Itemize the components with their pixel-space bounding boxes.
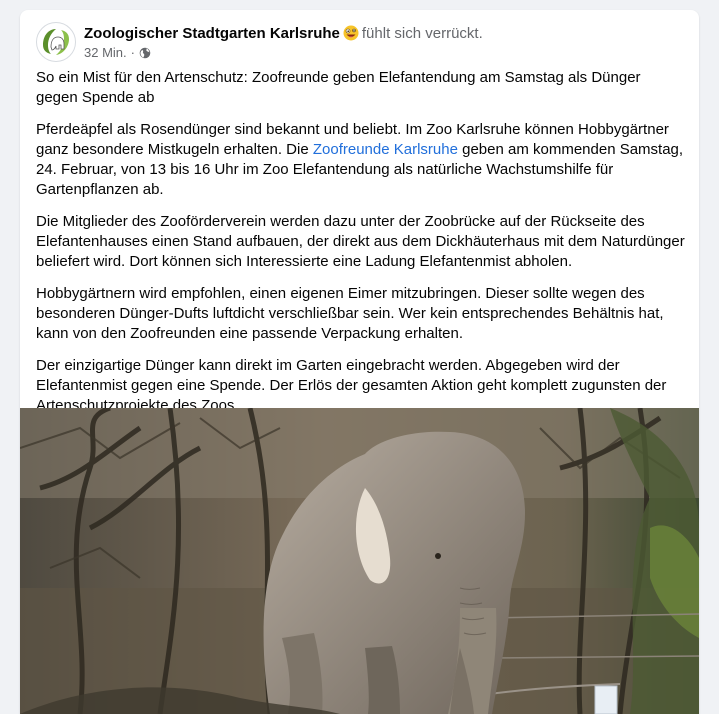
meta-separator: · (130, 44, 135, 60)
post-paragraph: Hobbygärtnern wird empfohlen, einen eige… (36, 285, 664, 342)
post-paragraph: Der einzigartige Dünger kann direkt im G… (36, 357, 667, 414)
zoo-logo-icon (40, 26, 72, 58)
crazy-face-emoji-icon (343, 25, 359, 40)
post-headline: So ein Mist für den Artenschutz: Zoofreu… (36, 69, 641, 106)
post-paragraph: Pferdeäpfel als Rosendünger sind bekannt… (36, 120, 686, 200)
post-header: Zoologischer Stadtgarten Karlsruhe fühlt… (36, 22, 483, 62)
globe-icon[interactable] (139, 47, 151, 59)
post-body: So ein Mist für den Artenschutz: Zoofreu… (36, 68, 686, 428)
elephant-photo[interactable] (20, 408, 699, 714)
post-timestamp[interactable]: 32 Min. (84, 45, 127, 61)
post-card: Zoologischer Stadtgarten Karlsruhe fühlt… (20, 10, 699, 714)
author-name[interactable]: Zoologischer Stadtgarten Karlsruhe (84, 25, 340, 42)
zoofreunde-link[interactable]: Zoofreunde Karlsruhe (313, 141, 458, 158)
elephant-image (20, 408, 699, 714)
page-avatar[interactable] (36, 22, 76, 62)
feeling-text: fühlt sich verrückt. (361, 24, 483, 42)
post-paragraph: Die Mitglieder des Zooförderverein werde… (36, 213, 685, 270)
